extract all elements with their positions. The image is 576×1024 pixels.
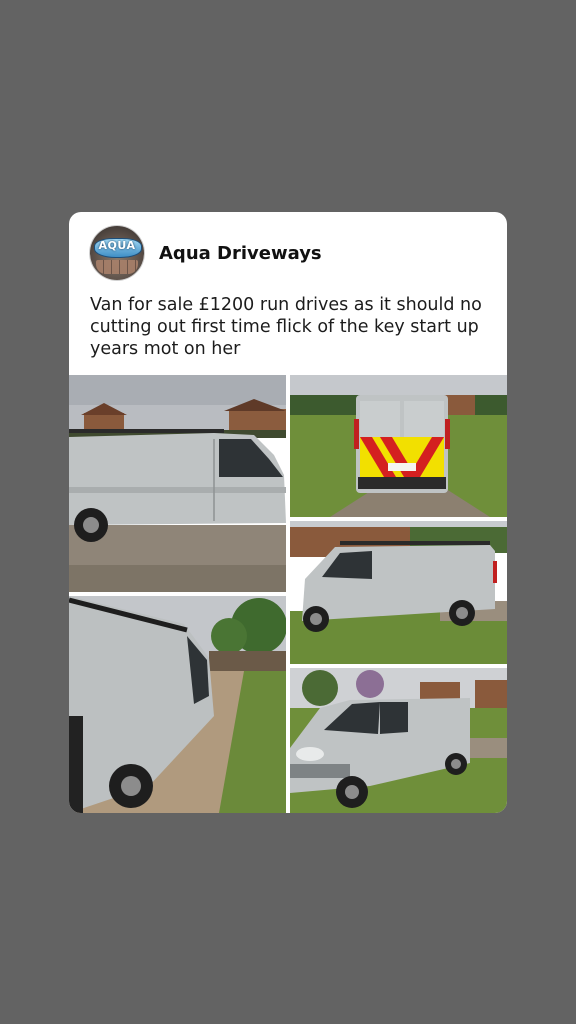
post-header: AQUA Aqua Driveways [90,226,322,280]
van-side-view-photo [69,375,286,592]
brick-pattern-icon [96,260,138,274]
avatar[interactable]: AQUA [90,226,144,280]
photo-van-closeup[interactable] [69,596,286,813]
post-card: AQUA Aqua Driveways Van for sale £1200 r… [69,212,507,813]
van-front-quarter-photo [290,668,507,813]
photo-van-grass[interactable] [290,521,507,664]
van-rear-view-photo [290,375,507,517]
photo-van-side[interactable] [69,375,286,592]
avatar-logo-text: AQUA [98,239,136,252]
van-side-closeup-photo [69,596,286,813]
author-name[interactable]: Aqua Driveways [159,243,322,264]
van-side-on-grass-photo [290,521,507,664]
photo-van-rear[interactable] [290,375,507,517]
post-text: Van for sale £1200 run drives as it shou… [90,295,482,359]
photo-van-front[interactable] [290,668,507,813]
